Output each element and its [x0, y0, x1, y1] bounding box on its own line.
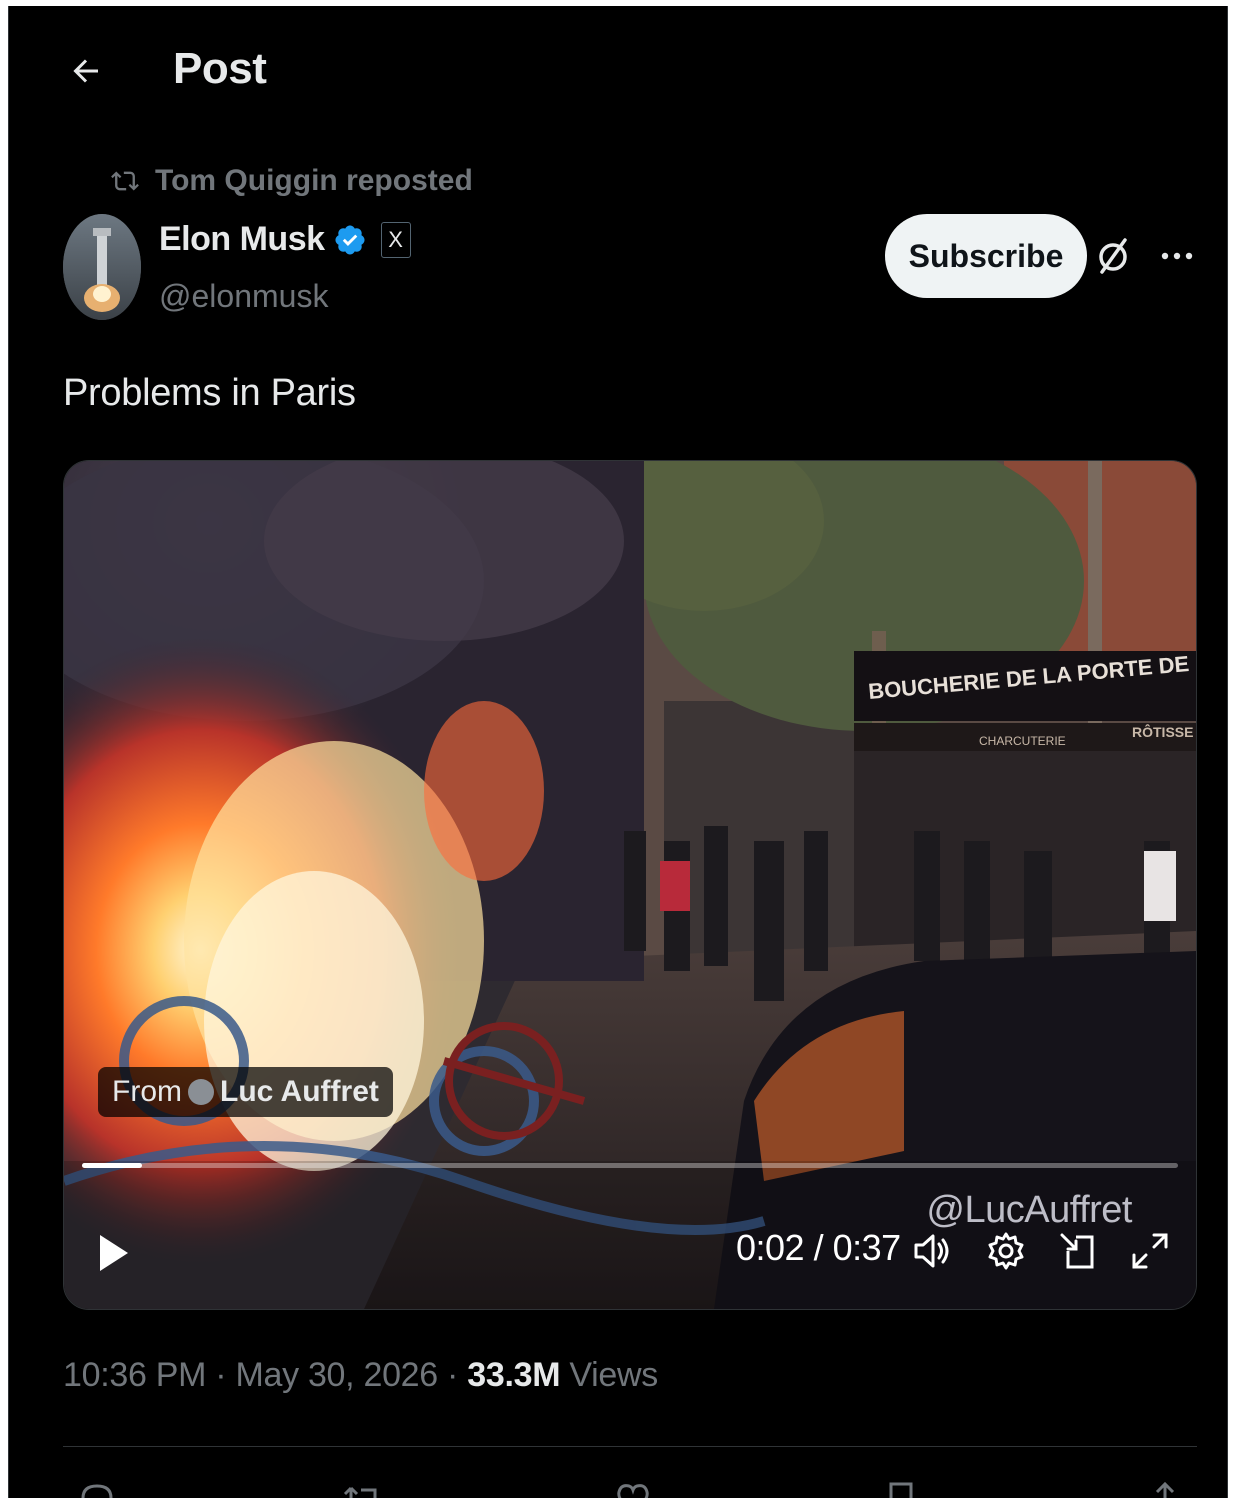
divider	[63, 1446, 1197, 1447]
author-row: Elon Musk X @elonmusk Subscribe	[63, 214, 1197, 334]
source-avatar-icon	[188, 1079, 214, 1105]
header: Post	[9, 6, 1227, 136]
video-time: 0:02 / 0:37	[736, 1227, 901, 1268]
post-page: Post Tom Quiggin reposted Elon Musk X @e…	[8, 6, 1228, 1498]
more-options-button[interactable]	[1157, 238, 1197, 274]
share-icon[interactable]	[1143, 1478, 1187, 1498]
pip-icon[interactable]	[1056, 1229, 1100, 1273]
repost-icon	[111, 171, 139, 191]
more-icon	[1161, 252, 1193, 260]
bookmark-icon[interactable]	[879, 1478, 923, 1498]
back-button[interactable]	[61, 46, 111, 96]
author-name-row: Elon Musk X	[159, 220, 411, 259]
post-time[interactable]: 10:36 PM	[63, 1356, 206, 1394]
page-title: Post	[173, 44, 267, 93]
repost-text: Tom Quiggin reposted	[155, 164, 473, 197]
meta-separator: ·	[437, 1356, 468, 1394]
meta-separator: ·	[206, 1356, 236, 1394]
post-date[interactable]: May 30, 2026	[235, 1356, 438, 1394]
storefront-sub-right: RÔTISSE	[1132, 723, 1193, 740]
post-text: Problems in Paris	[63, 372, 356, 414]
play-icon[interactable]	[92, 1231, 132, 1275]
volume-icon[interactable]	[910, 1229, 954, 1273]
video-progress-fill	[82, 1163, 143, 1168]
author-handle[interactable]: @elonmusk	[159, 278, 328, 315]
subscribe-button[interactable]: Subscribe	[885, 214, 1087, 298]
retweet-icon[interactable]	[341, 1478, 385, 1498]
repost-indicator[interactable]: Tom Quiggin reposted	[109, 164, 473, 198]
reply-icon[interactable]	[75, 1478, 119, 1498]
video-watermark: @LucAuffret	[926, 1189, 1132, 1231]
back-arrow-icon	[73, 59, 98, 83]
views-label: Views	[569, 1356, 658, 1394]
video-progress-bar[interactable]	[82, 1163, 1178, 1168]
author-name[interactable]: Elon Musk	[159, 220, 325, 259]
fullscreen-icon[interactable]	[1128, 1229, 1172, 1273]
verified-badge-icon	[335, 224, 365, 255]
like-icon[interactable]	[611, 1478, 655, 1498]
post-meta: 10:36 PM · May 30, 2026 · 33.3M Views	[63, 1356, 658, 1395]
video-source-chip[interactable]: From Luc Auffret	[98, 1067, 393, 1117]
from-label: From	[112, 1075, 182, 1108]
grok-icon[interactable]	[1093, 236, 1133, 276]
action-bar	[63, 1478, 1197, 1498]
storefront-sub-left: CHARCUTERIE	[979, 734, 1066, 748]
avatar[interactable]	[63, 214, 141, 320]
settings-icon[interactable]	[984, 1229, 1028, 1273]
video-player[interactable]: BOUCHERIE DE LA PORTE DE SAINT - CHARCUT…	[63, 460, 1197, 1310]
video-frame: BOUCHERIE DE LA PORTE DE SAINT - CHARCUT…	[64, 461, 1196, 1309]
views-count: 33.3M	[467, 1356, 561, 1394]
source-name: Luc Auffret	[220, 1075, 379, 1108]
affiliate-badge[interactable]: X	[380, 221, 411, 258]
